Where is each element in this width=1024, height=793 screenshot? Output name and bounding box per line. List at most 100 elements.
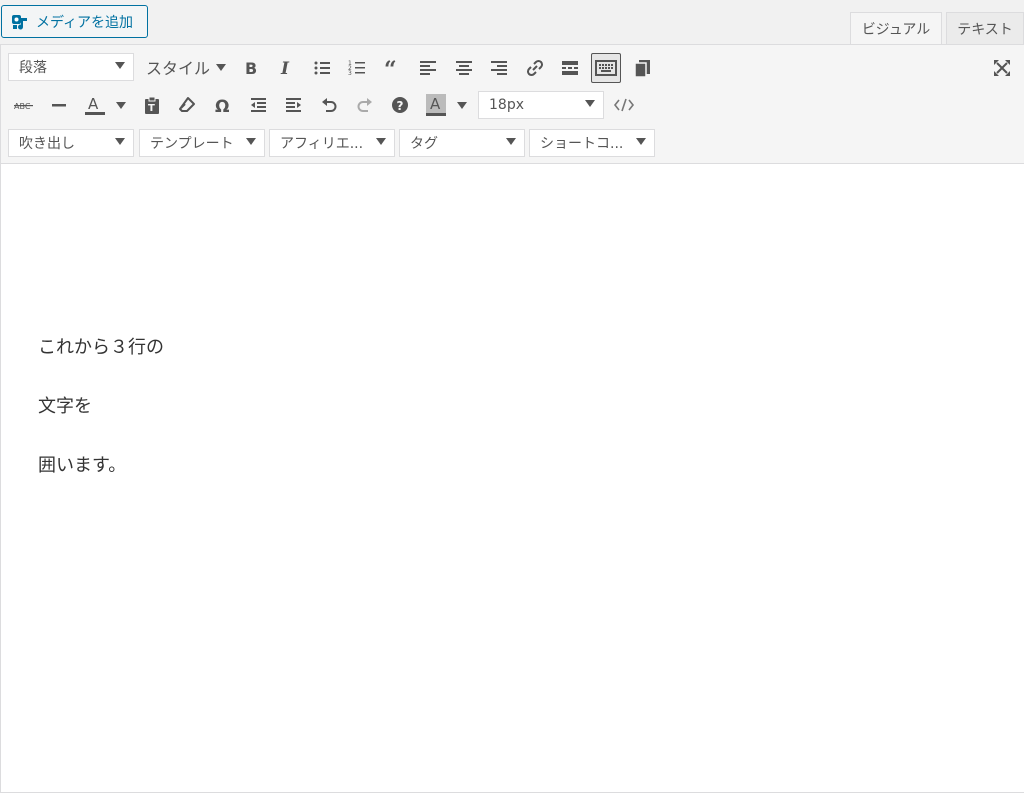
template-select[interactable]: テンプレート <box>139 129 265 157</box>
content-line: 文字を <box>38 396 92 417</box>
chevron-down-icon <box>376 138 386 145</box>
text-color-letter: A <box>88 95 99 113</box>
editor-content[interactable]: これから３行の 文字を 囲います。 <box>38 339 164 516</box>
svg-text:I: I <box>280 59 290 78</box>
text-color-icon: A <box>85 95 105 115</box>
format-select[interactable]: 段落 <box>8 53 134 81</box>
align-left-icon <box>420 61 436 75</box>
bg-color-dropdown-icon[interactable] <box>457 102 467 109</box>
undo-button[interactable] <box>314 90 344 120</box>
text-color-button[interactable]: A <box>80 90 110 120</box>
clear-format-icon <box>179 97 195 112</box>
toolbar-toggle-icon <box>595 60 617 76</box>
align-center-button[interactable] <box>449 53 479 83</box>
balloon-select[interactable]: 吹き出し <box>8 129 134 157</box>
help-button[interactable]: ? <box>385 90 415 120</box>
align-right-button[interactable] <box>484 53 514 83</box>
balloon-select-label: 吹き出し <box>19 136 75 152</box>
chevron-down-icon <box>115 62 125 69</box>
bullet-list-icon <box>314 61 330 75</box>
content-line: 囲います。 <box>38 455 127 476</box>
paste-text-button[interactable]: T <box>137 90 167 120</box>
chevron-down-icon <box>506 138 516 145</box>
chevron-down-icon <box>585 100 595 107</box>
chevron-down-icon <box>216 63 227 71</box>
fullscreen-icon <box>994 60 1010 76</box>
shortcode-select-label: ショートコ... <box>540 136 624 152</box>
text-color-dropdown-icon[interactable] <box>116 102 126 109</box>
help-icon: ? <box>392 97 408 113</box>
copy-icon <box>634 60 650 78</box>
bold-icon: B <box>245 59 257 78</box>
tab-text[interactable]: テキスト <box>946 12 1024 45</box>
bg-color-button[interactable]: A <box>421 90 451 120</box>
style-select[interactable]: スタイル <box>146 53 227 81</box>
svg-text:ABC: ABC <box>14 102 31 111</box>
horizontal-line-button[interactable] <box>44 90 74 120</box>
italic-button[interactable]: I <box>271 53 301 83</box>
horizontal-line-icon <box>52 104 66 107</box>
code-button[interactable] <box>609 90 639 120</box>
read-more-button[interactable] <box>555 53 585 83</box>
svg-text:T: T <box>148 103 155 114</box>
bold-button[interactable]: B <box>236 53 266 83</box>
indent-button[interactable] <box>279 90 309 120</box>
content-line: これから３行の <box>38 337 164 358</box>
link-icon <box>526 59 544 77</box>
affiliate-select-label: アフィリエ... <box>280 136 364 152</box>
tag-select-label: タグ <box>410 136 438 152</box>
special-char-icon: Ω <box>215 97 229 115</box>
outdent-icon <box>251 98 266 112</box>
align-right-icon <box>491 61 507 75</box>
svg-text:?: ? <box>397 99 404 113</box>
toolbar-toggle-button[interactable] <box>591 53 621 83</box>
style-select-value: スタイル <box>146 59 211 78</box>
numbered-list-button[interactable]: 123 <box>342 53 372 83</box>
bg-color-icon: A <box>426 94 446 116</box>
blockquote-button[interactable]: “ <box>378 53 408 83</box>
editor-toolbar: 段落 スタイル B I 123 “ ABC A T Ω ? A 18px 吹き出… <box>1 45 1024 164</box>
font-size-select[interactable]: 18px <box>478 91 604 119</box>
copy-button[interactable] <box>627 53 657 83</box>
numbered-list-icon: 123 <box>348 60 365 77</box>
tag-select[interactable]: タグ <box>399 129 525 157</box>
tab-visual[interactable]: ビジュアル <box>850 12 942 45</box>
blockquote-icon: “ <box>384 58 397 78</box>
chevron-down-icon <box>246 138 256 145</box>
redo-icon <box>357 98 372 112</box>
template-select-label: テンプレート <box>150 136 234 152</box>
format-select-value: 段落 <box>19 60 47 76</box>
clear-format-button[interactable] <box>172 90 202 120</box>
svg-text:“: “ <box>384 58 397 78</box>
bg-color-letter: A <box>430 95 441 113</box>
svg-text:B: B <box>245 59 257 78</box>
font-size-value: 18px <box>489 97 524 113</box>
shortcode-select[interactable]: ショートコ... <box>529 129 655 157</box>
bullet-list-button[interactable] <box>307 53 337 83</box>
align-center-icon <box>456 61 472 75</box>
outdent-button[interactable] <box>243 90 273 120</box>
undo-icon <box>322 98 337 112</box>
align-left-button[interactable] <box>413 53 443 83</box>
editor-area: 段落 スタイル B I 123 “ ABC A T Ω ? A 18px 吹き出… <box>0 44 1024 793</box>
fullscreen-button[interactable] <box>987 53 1017 83</box>
strikethrough-button[interactable]: ABC <box>9 90 39 120</box>
code-icon <box>613 98 635 112</box>
chevron-down-icon <box>115 138 125 145</box>
chevron-down-icon <box>636 138 646 145</box>
add-media-button[interactable]: メディアを追加 <box>1 5 148 38</box>
add-media-label: メディアを追加 <box>36 14 134 31</box>
italic-icon: I <box>280 59 290 78</box>
media-add-icon <box>10 12 30 32</box>
paste-text-icon: T <box>145 96 159 114</box>
redo-button[interactable] <box>350 90 380 120</box>
read-more-icon <box>562 61 578 75</box>
svg-text:Ω: Ω <box>215 97 229 115</box>
link-button[interactable] <box>520 53 550 83</box>
indent-icon <box>286 98 301 112</box>
strikethrough-icon: ABC <box>14 102 33 111</box>
special-char-button[interactable]: Ω <box>208 90 238 120</box>
affiliate-select[interactable]: アフィリエ... <box>269 129 395 157</box>
svg-text:3: 3 <box>348 70 352 77</box>
editor-top-bar: メディアを追加 ビジュアル テキスト <box>0 0 1024 45</box>
